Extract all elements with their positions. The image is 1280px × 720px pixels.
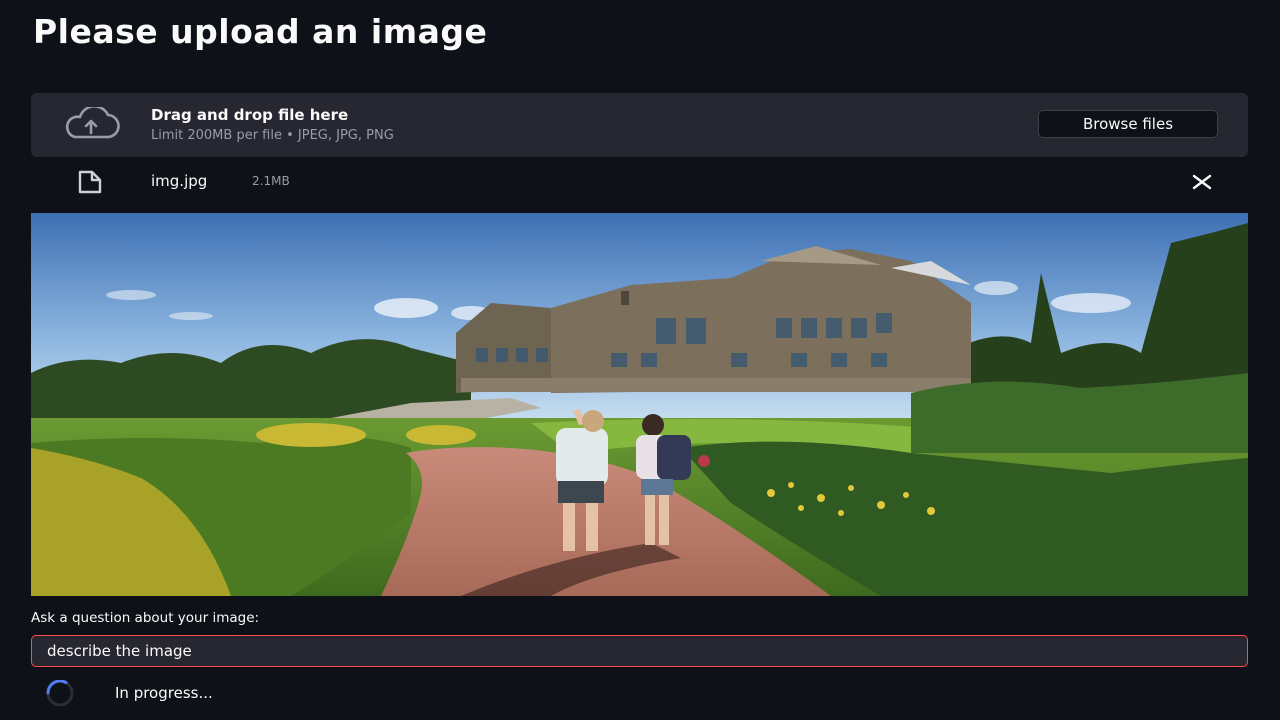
- file-name: img.jpg: [151, 172, 208, 190]
- app-root: Please upload an image Drag and drop fil…: [0, 0, 1280, 720]
- dropzone-limit: Limit 200MB per file • JPEG, JPG, PNG: [151, 128, 394, 143]
- uploaded-file-row: img.jpg 2.1MB: [31, 165, 1248, 199]
- page-title: Please upload an image: [33, 12, 488, 51]
- question-input[interactable]: [31, 635, 1248, 667]
- file-icon: [78, 170, 102, 194]
- cloud-upload-icon: [65, 107, 120, 139]
- image-preview-illustration: [31, 213, 1248, 596]
- dropzone-instruction: Drag and drop file here: [151, 106, 349, 124]
- status-text: In progress...: [115, 684, 213, 702]
- file-dropzone[interactable]: Drag and drop file here Limit 200MB per …: [31, 93, 1248, 157]
- browse-files-button[interactable]: Browse files: [1038, 110, 1218, 138]
- close-icon[interactable]: [1189, 169, 1215, 195]
- loading-spinner-icon: [46, 680, 74, 706]
- uploaded-image-preview: [31, 213, 1248, 596]
- question-label: Ask a question about your image:: [31, 610, 260, 626]
- file-size: 2.1MB: [252, 174, 290, 188]
